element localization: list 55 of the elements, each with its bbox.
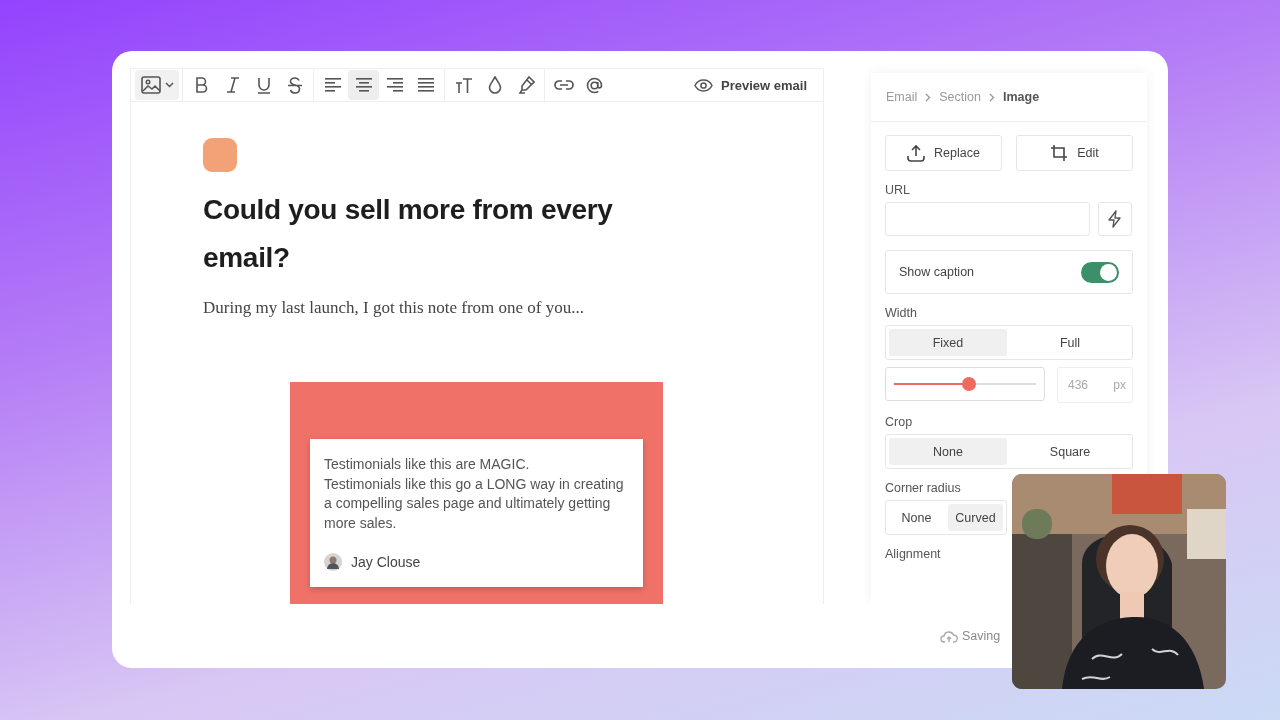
- bold-icon: [195, 77, 208, 93]
- unit-label: px: [1113, 378, 1126, 392]
- preview-email-button[interactable]: Preview email: [684, 77, 817, 93]
- at-sign-icon: [585, 75, 604, 95]
- width-slider[interactable]: [885, 367, 1045, 401]
- testimonial-text: Testimonials like this go a LONG way in creating a compelling sales page and ultimately getting more sales.: [324, 474, 625, 533]
- align-button[interactable]: [348, 70, 379, 100]
- image-dropdown[interactable]: [135, 70, 179, 100]
- underline-icon: [256, 76, 271, 94]
- field-label: Width: [885, 306, 918, 320]
- align-center-icon: [355, 77, 372, 93]
- testimonial-image[interactable]: Testimonials like this are MAGIC. Testimonials like this go a LONG way in creating a compelling sales page and ultimately getting more sales. Jay Clouse: [290, 382, 663, 604]
- field-label: Crop: [885, 415, 914, 429]
- align-right-icon: [386, 77, 403, 93]
- field-label: Alignment: [885, 547, 942, 561]
- cloud-upload-icon: [940, 629, 958, 643]
- segment-option[interactable]: None: [889, 504, 944, 531]
- caption-label: Show caption: [899, 265, 975, 279]
- align-justify-icon: [417, 77, 434, 93]
- chevron-right-icon: [988, 92, 995, 102]
- url-field[interactable]: [885, 202, 1090, 236]
- field-label: Corner radius: [885, 481, 962, 495]
- caption-toggle[interactable]: [1081, 261, 1119, 283]
- email-heading: Could you sell more from every email?: [203, 193, 614, 275]
- width-value: 436: [1068, 378, 1089, 392]
- text-size-icon: [454, 77, 473, 93]
- align-left-icon: [324, 77, 341, 93]
- segment-option[interactable]: Full: [1011, 329, 1129, 356]
- image-icon: [140, 76, 161, 94]
- saving-status: Saving: [940, 629, 1001, 643]
- author-name: Jay Clouse: [351, 554, 421, 570]
- lightning-button[interactable]: [1098, 202, 1132, 236]
- segment-option[interactable]: None: [889, 438, 1007, 465]
- strikethrough-icon: [286, 76, 303, 94]
- link-icon: [553, 79, 574, 91]
- segment-option[interactable]: Curved: [948, 504, 1003, 531]
- lightning-icon: [1108, 210, 1122, 228]
- crop-icon: [1050, 144, 1069, 162]
- breadcrumb-link[interactable]: Image: [1002, 90, 1040, 104]
- caret-icon: [164, 82, 174, 88]
- chevron-right-icon: [925, 92, 932, 102]
- edit-button[interactable]: Edit: [1016, 135, 1133, 171]
- field-label: URL: [885, 183, 911, 197]
- testimonial-text: Testimonials like this are MAGIC.: [324, 455, 531, 474]
- segment-option[interactable]: Square: [1011, 438, 1129, 465]
- droplet-icon: [487, 76, 502, 94]
- eye-icon: [694, 78, 713, 92]
- highlighter-icon: [516, 76, 535, 94]
- upload-icon: [907, 144, 926, 162]
- avatar-icon: [324, 553, 342, 571]
- email-paragraph: During my last launch, I got this note from one of you...: [203, 298, 586, 318]
- segment-option[interactable]: Fixed: [889, 329, 1007, 356]
- slider-thumb[interactable]: [962, 377, 977, 391]
- replace-button[interactable]: Replace: [885, 135, 1002, 171]
- italic-icon: [225, 77, 240, 93]
